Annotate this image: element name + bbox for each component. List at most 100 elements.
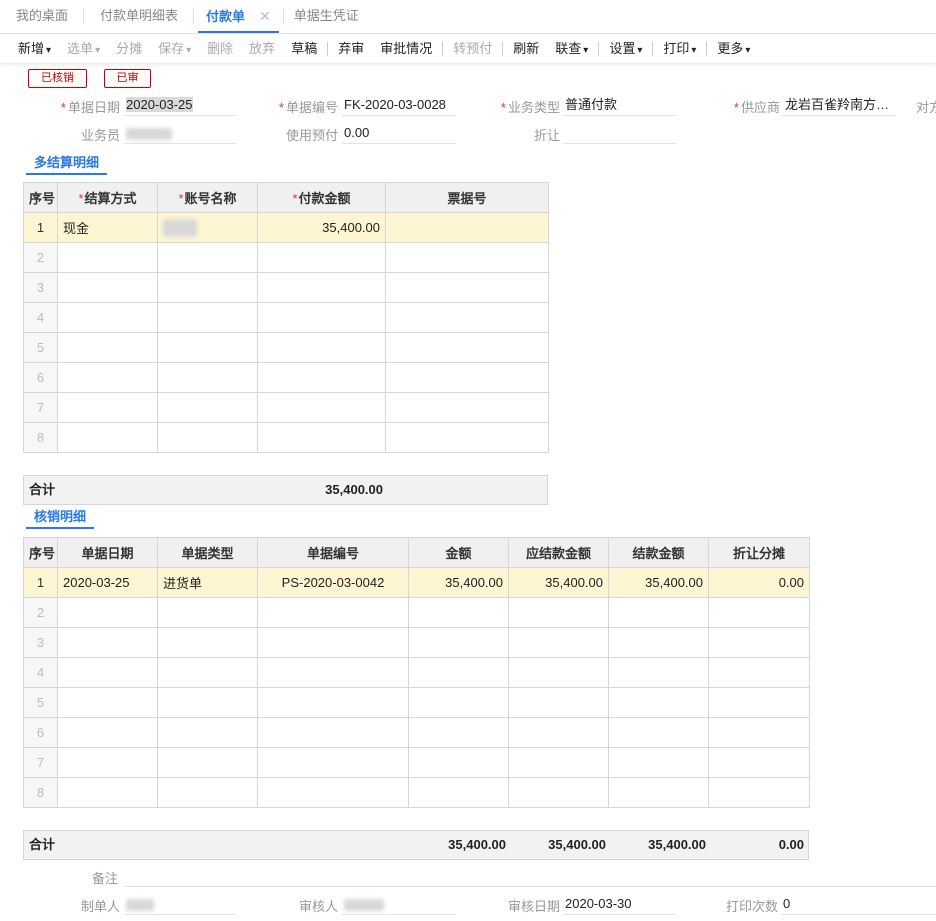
empty-cell[interactable]: [57, 422, 158, 453]
empty-cell[interactable]: [385, 392, 549, 423]
empty-cell[interactable]: [608, 777, 709, 808]
empty-cell[interactable]: [408, 627, 509, 658]
empty-cell[interactable]: [508, 687, 609, 718]
select-button[interactable]: 选单 ▾: [59, 34, 108, 64]
empty-cell[interactable]: [57, 597, 158, 628]
empty-cell[interactable]: [257, 242, 386, 273]
col-header-amount[interactable]: 金额: [408, 537, 509, 568]
doc-type-cell[interactable]: 进货单: [157, 567, 258, 598]
empty-cell[interactable]: [708, 627, 810, 658]
doc-no-field[interactable]: FK-2020-03-0028: [342, 96, 456, 116]
col-header-amount[interactable]: *付款金额: [257, 182, 386, 213]
empty-cell[interactable]: [608, 747, 709, 778]
tab-voucher-generation[interactable]: 单据生凭证: [282, 9, 375, 23]
empty-cell[interactable]: [157, 627, 258, 658]
col-header-method[interactable]: *结算方式: [57, 182, 158, 213]
table-row[interactable]: 2: [23, 597, 810, 628]
biz-type-field[interactable]: 普通付款: [563, 96, 676, 116]
query-button[interactable]: 联查 ▾: [547, 34, 596, 64]
empty-cell[interactable]: [708, 747, 810, 778]
empty-cell[interactable]: [257, 422, 386, 453]
empty-cell[interactable]: [257, 392, 386, 423]
doc-no-link[interactable]: PS-2020-03-0042: [257, 567, 409, 598]
empty-cell[interactable]: [157, 657, 258, 688]
split-button[interactable]: 分摊: [108, 34, 150, 64]
bill-cell[interactable]: [385, 212, 549, 243]
table-row[interactable]: 8: [23, 422, 549, 453]
empty-cell[interactable]: [608, 627, 709, 658]
tab-payment-detail-report[interactable]: 付款单明细表: [84, 0, 195, 33]
empty-cell[interactable]: [257, 597, 409, 628]
empty-cell[interactable]: [257, 777, 409, 808]
new-button[interactable]: 新增 ▾: [0, 34, 59, 64]
remark-field[interactable]: [124, 867, 936, 887]
empty-cell[interactable]: [508, 627, 609, 658]
empty-cell[interactable]: [57, 657, 158, 688]
table-row[interactable]: 5: [23, 687, 810, 718]
empty-cell[interactable]: [157, 687, 258, 718]
empty-cell[interactable]: [57, 302, 158, 333]
empty-cell[interactable]: [257, 747, 409, 778]
empty-cell[interactable]: [508, 747, 609, 778]
empty-cell[interactable]: [708, 717, 810, 748]
tab-my-desktop[interactable]: 我的桌面: [0, 0, 85, 33]
empty-cell[interactable]: [57, 627, 158, 658]
supplier-field[interactable]: 龙岩百雀羚南方…: [783, 96, 896, 116]
empty-cell[interactable]: [157, 362, 258, 393]
empty-cell[interactable]: [508, 657, 609, 688]
empty-cell[interactable]: [408, 747, 509, 778]
empty-cell[interactable]: [608, 687, 709, 718]
empty-cell[interactable]: [408, 657, 509, 688]
empty-cell[interactable]: [57, 272, 158, 303]
maker-field[interactable]: [124, 895, 236, 915]
doc-date-field[interactable]: 2020-03-25: [124, 96, 236, 116]
table-row[interactable]: 5: [23, 332, 549, 363]
empty-cell[interactable]: [157, 747, 258, 778]
empty-cell[interactable]: [708, 687, 810, 718]
empty-cell[interactable]: [385, 302, 549, 333]
empty-cell[interactable]: [257, 302, 386, 333]
empty-cell[interactable]: [508, 597, 609, 628]
empty-cell[interactable]: [257, 657, 409, 688]
empty-cell[interactable]: [57, 747, 158, 778]
col-header-discount-share[interactable]: 折让分摊: [708, 537, 810, 568]
empty-cell[interactable]: [57, 717, 158, 748]
col-header-doc-no[interactable]: 单据编号: [257, 537, 409, 568]
tab-payment-bill[interactable]: 付款单 ✕: [198, 0, 279, 33]
delete-button[interactable]: 删除: [199, 34, 241, 64]
empty-cell[interactable]: [385, 362, 549, 393]
empty-cell[interactable]: [157, 332, 258, 363]
empty-cell[interactable]: [157, 392, 258, 423]
empty-cell[interactable]: [385, 242, 549, 273]
table-row[interactable]: 7: [23, 392, 549, 423]
discount-share-cell[interactable]: 0.00: [708, 567, 810, 598]
empty-cell[interactable]: [157, 717, 258, 748]
table-row[interactable]: 4: [23, 657, 810, 688]
amount-cell[interactable]: 35,400.00: [408, 567, 509, 598]
empty-cell[interactable]: [157, 422, 258, 453]
account-cell[interactable]: [157, 212, 258, 243]
table-row[interactable]: 4: [23, 302, 549, 333]
transfer-prepay-button[interactable]: 转预付: [445, 34, 500, 64]
col-header-settled-amount[interactable]: 结款金额: [608, 537, 709, 568]
auditor-field[interactable]: [342, 895, 456, 915]
print-button[interactable]: 打印 ▾: [655, 34, 704, 64]
approval-status-button[interactable]: 审批情况: [372, 34, 440, 64]
empty-cell[interactable]: [57, 332, 158, 363]
table-row[interactable]: 7: [23, 747, 810, 778]
empty-cell[interactable]: [385, 422, 549, 453]
empty-cell[interactable]: [57, 777, 158, 808]
table-row[interactable]: 6: [23, 362, 549, 393]
table-row[interactable]: 2: [23, 242, 549, 273]
empty-cell[interactable]: [157, 777, 258, 808]
use-prepay-field[interactable]: 0.00: [342, 124, 456, 144]
col-header-bill[interactable]: 票据号: [385, 182, 549, 213]
empty-cell[interactable]: [57, 242, 158, 273]
empty-cell[interactable]: [608, 657, 709, 688]
more-button[interactable]: 更多 ▾: [709, 34, 758, 64]
empty-cell[interactable]: [157, 272, 258, 303]
empty-cell[interactable]: [708, 597, 810, 628]
empty-cell[interactable]: [408, 777, 509, 808]
empty-cell[interactable]: [257, 627, 409, 658]
empty-cell[interactable]: [257, 717, 409, 748]
